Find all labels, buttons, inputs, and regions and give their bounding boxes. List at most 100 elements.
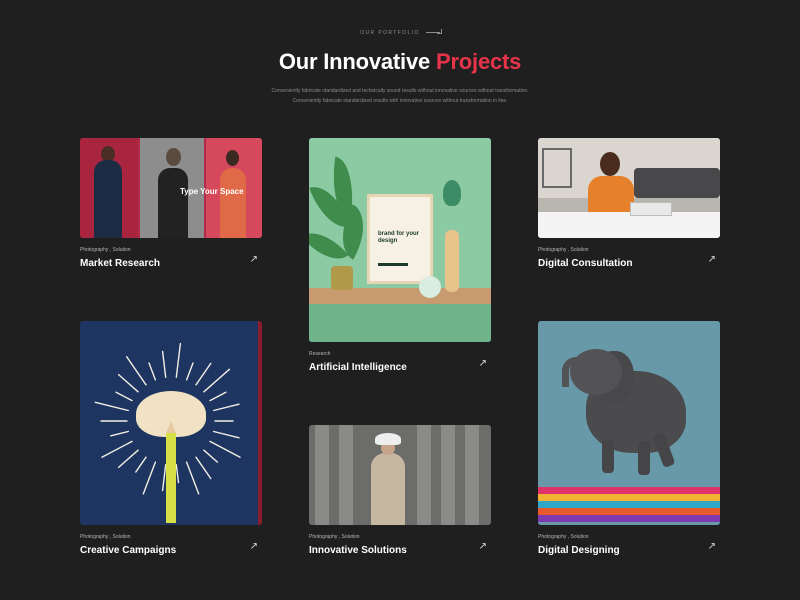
project-title[interactable]: Artificial Intelligence [309,362,491,373]
vase [445,230,459,292]
elephant-head [570,349,622,395]
sunburst-ray [175,463,180,484]
column [465,425,479,525]
poster-frame: brand for your design [367,194,433,284]
project-title[interactable]: Digital Designing [538,545,720,556]
elephant-leg [602,439,614,473]
arrow-up-right-icon[interactable]: ↗ [250,541,258,552]
decor-sphere [419,276,441,298]
laptop [630,202,672,216]
pencil-tip [166,421,176,433]
column [315,425,329,525]
project-card-creative-campaigns[interactable]: Photography , Solution Creative Campaign… [80,321,262,556]
collage-person-head [166,148,181,166]
project-title[interactable]: Innovative Solutions [309,545,491,556]
project-meta: Photography , Solution [538,534,589,540]
sunburst-ray [185,461,200,495]
sunburst-ray [117,373,139,393]
section-eyebrow: OUR PORTFOLIO [0,29,800,36]
sunburst-ray [135,456,147,473]
sunburst-ray [142,461,157,495]
sunburst-ray [185,362,194,381]
project-meta: Research [309,351,331,357]
stripe [538,515,720,522]
sunburst-ray [175,342,182,378]
stripe [538,487,720,494]
sunburst-ray [126,356,147,386]
section-subtitle: Conveniently fabricate standardized and … [200,86,600,106]
sunburst-ray [203,449,219,463]
room-sofa [634,168,720,198]
arrow-up-right-icon[interactable]: ↗ [479,358,487,369]
eyebrow-label: OUR PORTFOLIO [360,30,420,36]
person-hat [375,433,401,445]
project-image-creative-campaigns[interactable] [80,321,262,525]
person-body [588,176,634,216]
project-image-digital-consultation[interactable] [538,138,720,238]
arrow-up-right-icon[interactable]: ↗ [708,254,716,265]
sunburst-ray [148,362,157,381]
room-shelf [542,148,572,188]
elephant-leg [638,441,650,475]
person-body [371,453,405,525]
project-card-digital-consultation[interactable]: Photography , Solution Digital Consultat… [538,138,720,269]
sunburst-ray [195,456,212,480]
elephant-trunk [562,357,576,387]
project-title[interactable]: Market Research [80,258,262,269]
sunburst-ray [209,440,241,458]
project-meta: Photography , Solution [80,247,131,253]
project-image-market-research[interactable]: Type Your Space [80,138,262,238]
project-image-digital-designing[interactable] [538,321,720,525]
sunburst-ray [209,391,227,402]
project-meta: Photography , Solution [538,247,589,253]
poster-underline [378,263,408,266]
collage-person [220,168,246,238]
project-title[interactable]: Digital Consultation [538,258,720,269]
sunburst-ray [212,430,240,439]
project-image-innovative-solutions[interactable] [309,425,491,525]
stripe [538,508,720,515]
eyebrow-arrow-icon [425,29,442,35]
sunburst-ray [115,391,133,402]
project-card-market-research[interactable]: Type Your Space Photography , Solution M… [80,138,262,269]
subtitle-line-2: Conveniently fabricate standardized resu… [292,98,508,104]
project-meta: Photography , Solution [80,534,131,540]
striped-base [538,487,720,525]
column [441,425,455,525]
project-card-digital-designing[interactable]: Photography , Solution Digital Designing… [538,321,720,556]
collage-person [158,168,188,238]
subtitle-line-1: Conveniently fabricate standardized and … [271,88,529,94]
sunburst-ray [203,368,231,393]
project-card-artificial-intelligence[interactable]: brand for your design Research Artificia… [309,138,491,373]
sunburst-ray [94,401,129,412]
sunburst-ray [110,430,129,437]
project-title[interactable]: Creative Campaigns [80,545,262,556]
sunburst-ray [195,362,212,386]
arrow-up-right-icon[interactable]: ↗ [708,541,716,552]
scene-shelf [309,288,491,304]
pencil [166,433,176,523]
collage-overlay-text: Type Your Space [180,187,244,196]
desk [538,212,720,238]
card-edge [258,321,262,525]
arrow-up-right-icon[interactable]: ↗ [250,254,258,265]
sunburst-ray [212,403,240,412]
column [417,425,431,525]
collage-person-head [226,150,239,166]
sunburst-ray [101,440,133,458]
column [339,425,353,525]
title-main: Our Innovative [278,49,436,74]
project-meta: Photography , Solution [309,534,360,540]
arrow-up-right-icon[interactable]: ↗ [479,541,487,552]
plant-pot [331,266,353,290]
project-card-innovative-solutions[interactable]: Photography , Solution Innovative Soluti… [309,425,491,556]
stripe [538,494,720,501]
title-accent: Projects [435,49,522,74]
project-image-artificial-intelligence[interactable]: brand for your design [309,138,491,342]
sunburst-ray [161,350,167,378]
page-title: Our Innovative Projects [0,49,800,75]
stripe [538,501,720,508]
vase-plant [443,180,461,206]
poster-text: brand for your design [378,231,420,244]
sunburst-ray [117,449,139,469]
